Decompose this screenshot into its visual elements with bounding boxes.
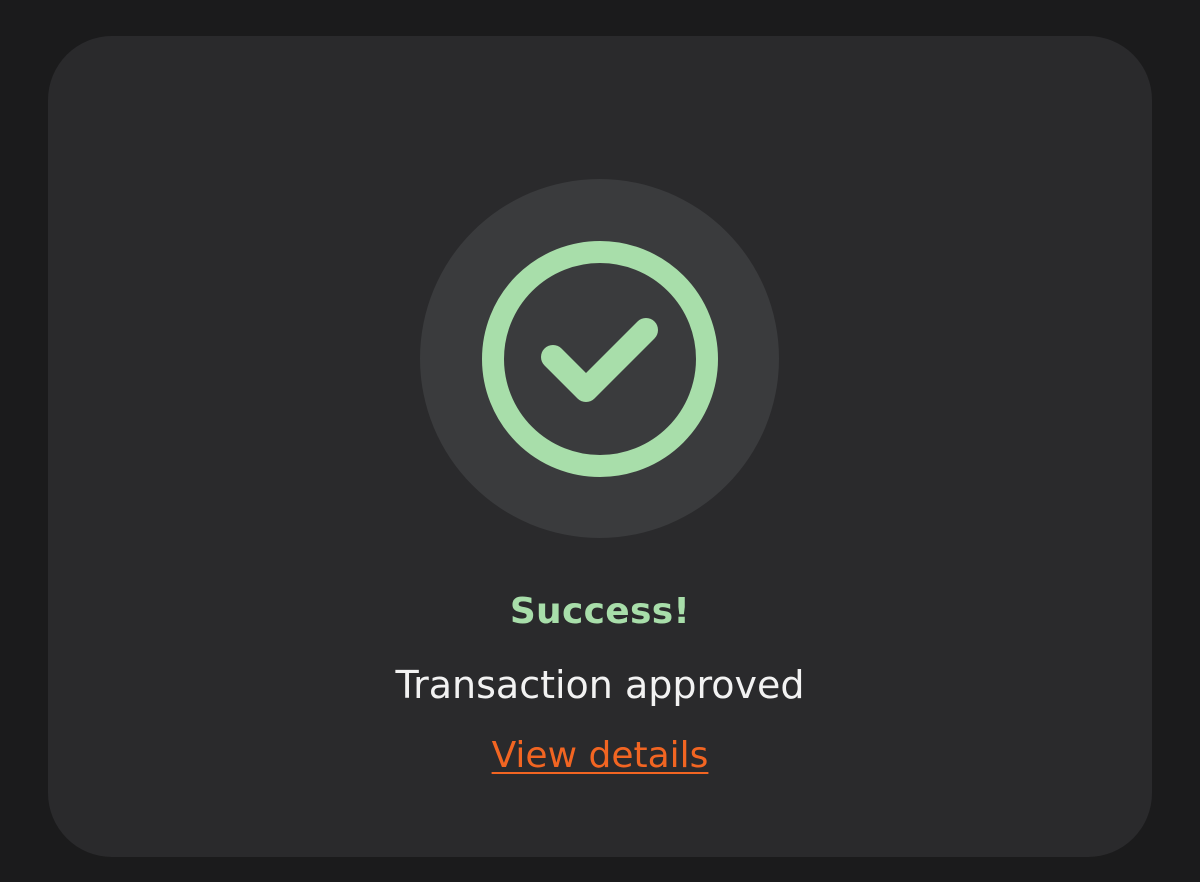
- status-message: Transaction approved: [395, 663, 805, 707]
- check-circle-icon: [482, 241, 718, 477]
- status-icon-container: [420, 179, 779, 538]
- success-card: Success! Transaction approved View detai…: [48, 36, 1152, 857]
- view-details-link[interactable]: View details: [492, 735, 709, 776]
- status-title: Success!: [509, 591, 691, 632]
- details-link-container: View details: [48, 732, 1152, 780]
